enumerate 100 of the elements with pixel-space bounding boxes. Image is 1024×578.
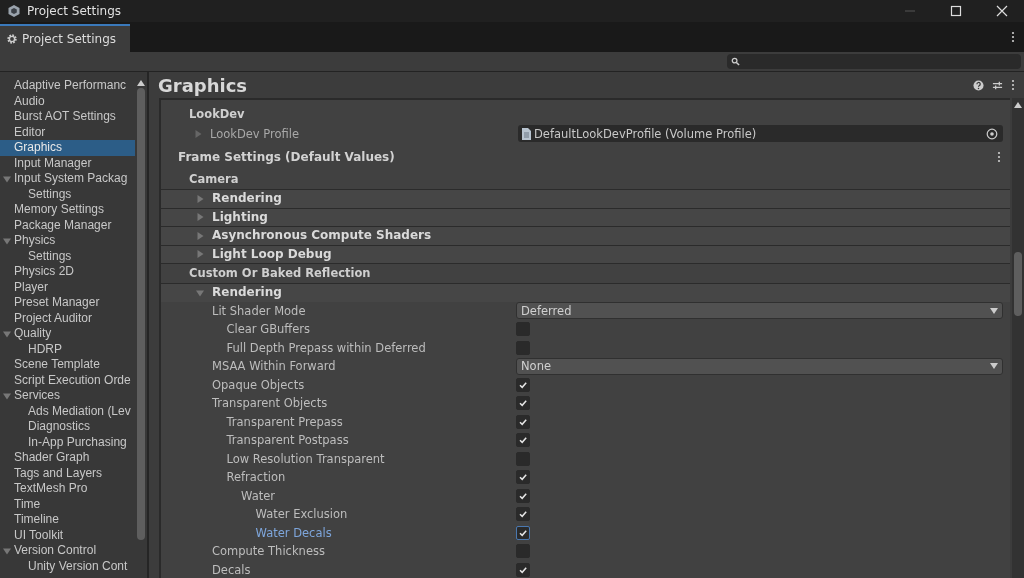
file-icon: [521, 127, 531, 140]
checkmark-icon: [518, 472, 528, 483]
checkbox[interactable]: [516, 470, 530, 485]
sidebar-item[interactable]: Input Manager: [0, 155, 135, 171]
page-title: Graphics: [158, 74, 248, 96]
object-field[interactable]: DefaultLookDevProfile (Volume Profile): [518, 125, 1003, 142]
sidebar-item[interactable]: Player: [0, 279, 135, 295]
sidebar-item[interactable]: Package Manager: [0, 217, 135, 233]
checkbox[interactable]: [516, 488, 530, 503]
unity-logo-icon: [7, 4, 21, 18]
setting-label: Compute Thickness: [212, 544, 326, 559]
tab[interactable]: Project Settings: [0, 24, 131, 52]
dropdown[interactable]: None: [516, 357, 1003, 375]
checkbox[interactable]: [516, 525, 530, 540]
gear-icon: [6, 33, 18, 45]
foldout-header[interactable]: Rendering: [161, 283, 1010, 302]
checkmark-icon: [518, 527, 528, 538]
sidebar-item[interactable]: Editor: [0, 124, 135, 140]
sidebar-item[interactable]: Settings: [0, 186, 135, 202]
sidebar-item[interactable]: Audio: [0, 93, 135, 109]
sidebar-item[interactable]: Script Execution Orde: [0, 372, 135, 388]
dropdown[interactable]: Deferred: [516, 302, 1003, 320]
foldout-header[interactable]: Asynchronous Compute Shaders: [161, 226, 1010, 245]
search-field[interactable]: [727, 54, 1021, 69]
sidebar-item[interactable]: Preset Manager: [0, 295, 135, 311]
arrow-up-icon[interactable]: [137, 80, 145, 86]
sidebar-item[interactable]: UI Toolkit: [0, 527, 135, 543]
caret-icon[interactable]: [3, 237, 11, 245]
more-menu-icon[interactable]: [1011, 79, 1015, 91]
sidebar-item[interactable]: Project Auditor: [0, 310, 135, 326]
caret-icon: [990, 363, 998, 370]
arrow-up-icon[interactable]: [1014, 102, 1022, 108]
sidebar-item[interactable]: Graphics: [0, 140, 135, 156]
sidebar-item[interactable]: Physics 2D: [0, 264, 135, 280]
checkmark-icon: [518, 398, 528, 409]
section-title: Frame Settings (Default Values): [178, 149, 395, 164]
sidebar-item[interactable]: Settings: [0, 248, 135, 264]
window-title: Project Settings: [27, 4, 122, 18]
sidebar-item[interactable]: Physics: [0, 233, 135, 249]
sidebar-item[interactable]: In-App Purchasing: [0, 434, 135, 450]
foldout-header[interactable]: Rendering: [161, 189, 1010, 208]
sidebar-item[interactable]: Time: [0, 496, 135, 512]
sidebar-item[interactable]: Shader Graph: [0, 450, 135, 466]
close-icon[interactable]: [996, 5, 1008, 17]
setting-label: Refraction: [226, 470, 287, 485]
sidebar-item[interactable]: Timeline: [0, 512, 135, 528]
setting-label: Opaque Objects: [212, 377, 306, 392]
setting-label: Clear GBuffers: [226, 322, 312, 337]
field-label: LookDev Profile: [210, 126, 300, 141]
checkmark-icon: [518, 379, 528, 390]
sidebar-item[interactable]: HDRP: [0, 341, 135, 357]
sidebar-item[interactable]: Services: [0, 388, 135, 404]
sidebar-item[interactable]: Ads Mediation (Lev: [0, 403, 135, 419]
sidebar-item[interactable]: Version Control: [0, 543, 135, 559]
caret-icon: [990, 307, 998, 314]
caret-icon[interactable]: [3, 547, 11, 555]
caret-icon[interactable]: [3, 392, 11, 400]
setting-label: Full Depth Prepass within Deferred: [226, 340, 427, 355]
setting-label: Transparent Postpass: [226, 433, 350, 448]
setting-label: Water Exclusion: [255, 507, 349, 522]
setting-label: MSAA Within Forward: [212, 359, 337, 374]
sliders-icon[interactable]: [992, 79, 1003, 91]
setting-label: Transparent Prepass: [226, 414, 344, 429]
setting-label: Low Resolution Transparent: [226, 451, 386, 466]
sidebar-item[interactable]: Scene Template: [0, 357, 135, 373]
scrollbar-thumb[interactable]: [137, 88, 145, 540]
setting-label: Water Decals: [255, 525, 333, 540]
setting-label: Transparent Objects: [212, 396, 329, 411]
sidebar-item[interactable]: Memory Settings: [0, 202, 135, 218]
more-menu-icon[interactable]: [997, 150, 1001, 163]
checkmark-icon: [518, 416, 528, 427]
more-menu-icon[interactable]: [1011, 31, 1015, 43]
caret-icon[interactable]: [3, 175, 11, 183]
sidebar-item[interactable]: Input System Packag: [0, 171, 135, 187]
checkbox[interactable]: [516, 507, 530, 522]
sidebar-item[interactable]: Quality: [0, 326, 135, 342]
search-icon: [731, 57, 740, 66]
checkmark-icon: [518, 564, 528, 575]
checkmark-icon: [518, 435, 528, 446]
caret-icon[interactable]: [3, 330, 11, 338]
sidebar-item[interactable]: Burst AOT Settings: [0, 109, 135, 125]
checkbox[interactable]: [516, 377, 530, 392]
sidebar-item[interactable]: Unity Version Cont: [0, 558, 135, 574]
sidebar-item[interactable]: Adaptive Performanc: [0, 78, 135, 94]
maximize-icon[interactable]: [950, 5, 962, 17]
scrollbar[interactable]: [1012, 98, 1024, 578]
checkbox[interactable]: [516, 414, 530, 429]
checkbox[interactable]: [516, 396, 530, 411]
checkmark-icon: [518, 509, 528, 520]
sidebar-item[interactable]: TextMesh Pro: [0, 481, 135, 497]
sidebar-item[interactable]: Tags and Layers: [0, 465, 135, 481]
help-icon[interactable]: [973, 79, 984, 91]
checkmark-icon: [518, 490, 528, 501]
sidebar-item[interactable]: Diagnostics: [0, 419, 135, 435]
scrollbar-thumb[interactable]: [1014, 252, 1022, 316]
target-icon[interactable]: [986, 127, 998, 140]
section-header: LookDev: [188, 106, 246, 123]
checkbox[interactable]: [516, 562, 530, 577]
setting-label: Lit Shader Mode: [212, 303, 307, 318]
checkbox[interactable]: [516, 433, 530, 448]
